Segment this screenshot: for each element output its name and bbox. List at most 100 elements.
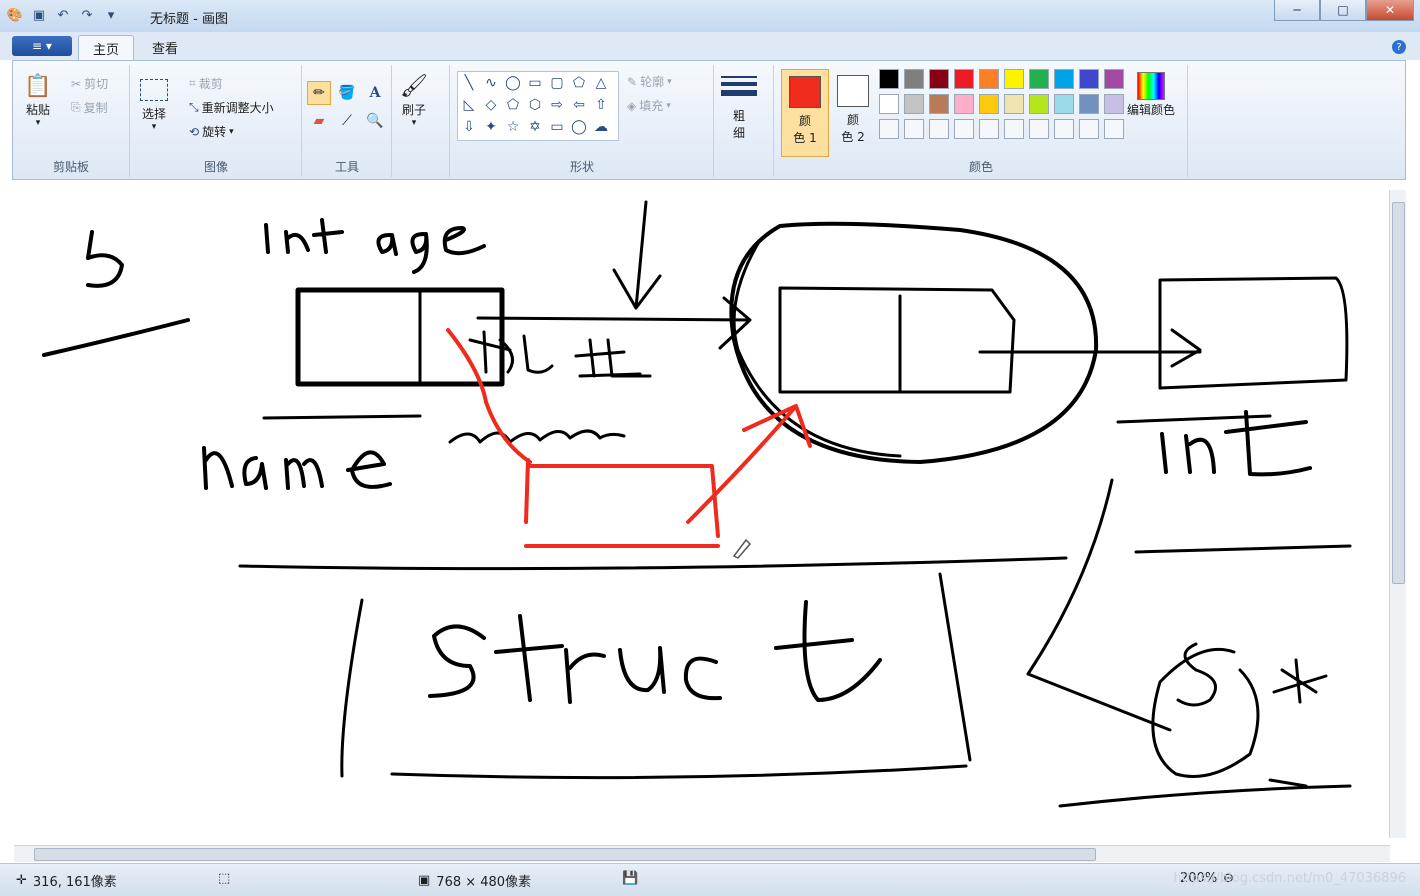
size-button[interactable]: 粗 细: [721, 71, 757, 141]
palette-empty-slot[interactable]: [879, 119, 899, 139]
pencil-icon[interactable]: ✏: [307, 81, 331, 105]
palette-empty-slot[interactable]: [979, 119, 999, 139]
rotate-button[interactable]: ⟲ 旋转 ▾: [189, 123, 234, 140]
tab-view[interactable]: 查看: [138, 35, 192, 60]
palette-empty-slot[interactable]: [1104, 119, 1124, 139]
color-picker-icon[interactable]: ⟋: [335, 109, 359, 133]
palette-empty-slot[interactable]: [954, 119, 974, 139]
palette-empty-slot[interactable]: [1029, 119, 1049, 139]
palette-swatch[interactable]: [954, 69, 974, 89]
watermark-text: https://blog.csdn.net/m0_47036896: [1173, 871, 1406, 886]
horizontal-scroll-thumb[interactable]: [34, 848, 1096, 861]
right-arrow-shape-icon[interactable]: ⇨: [546, 94, 568, 116]
drawing-canvas[interactable]: [0, 180, 1400, 848]
color-1-button[interactable]: 颜 色 1: [781, 69, 829, 157]
diamond-shape-icon[interactable]: ◇: [480, 94, 502, 116]
palette-empty-slot[interactable]: [1079, 119, 1099, 139]
palette-swatch[interactable]: [1054, 94, 1074, 114]
palette-swatch[interactable]: [1029, 69, 1049, 89]
fill-button[interactable]: ◈ 填充 ▾: [627, 97, 671, 114]
rounded-rectangle-shape-icon[interactable]: ▢: [546, 72, 568, 94]
undo-icon[interactable]: ↶: [54, 6, 72, 24]
right-triangle-shape-icon[interactable]: ◺: [458, 94, 480, 116]
palette-swatch[interactable]: [904, 94, 924, 114]
palette-empty-slot[interactable]: [1004, 119, 1024, 139]
curve-shape-icon[interactable]: ∿: [480, 72, 502, 94]
line-shape-icon[interactable]: ╲: [458, 72, 480, 94]
minimize-button[interactable]: ─: [1274, 0, 1320, 21]
cut-button[interactable]: ✂ 剪切: [71, 75, 108, 92]
palette-swatch[interactable]: [929, 94, 949, 114]
polygon-shape-icon[interactable]: ⬠: [568, 72, 590, 94]
oval-shape-icon[interactable]: ◯: [502, 72, 524, 94]
down-arrow-shape-icon[interactable]: ⇩: [458, 116, 480, 138]
palette-swatch[interactable]: [904, 69, 924, 89]
copy-icon: ⎘: [71, 100, 81, 114]
up-arrow-shape-icon[interactable]: ⇧: [590, 94, 612, 116]
vertical-scrollbar[interactable]: [1389, 190, 1406, 838]
callout-cloud-shape-icon[interactable]: ☁: [590, 116, 612, 138]
palette-swatch[interactable]: [929, 69, 949, 89]
colors-group: 颜 色 1 颜 色 2 编辑颜色 颜色: [775, 65, 1188, 177]
pentagon-shape-icon[interactable]: ⬠: [502, 94, 524, 116]
color-2-button[interactable]: 颜 色 2: [833, 69, 873, 155]
horizontal-scrollbar[interactable]: [14, 845, 1390, 862]
edit-colors-button[interactable]: 编辑颜色: [1127, 71, 1175, 118]
save-icon[interactable]: ▣: [30, 6, 48, 24]
outline-button[interactable]: ✎ 轮廓 ▾: [627, 73, 672, 90]
canvas-size-icon: ▣: [418, 873, 431, 888]
palette-swatch[interactable]: [1104, 69, 1124, 89]
palette-empty-slot[interactable]: [904, 119, 924, 139]
wave-stroke: [448, 429, 626, 444]
customize-dropdown-icon[interactable]: ▾: [102, 6, 120, 24]
shapes-gallery[interactable]: ╲ ∿ ◯ ▭ ▢ ⬠ △ ◺ ◇ ⬠ ⬡ ⇨ ⇦ ⇧ ⇩ ✦ ☆ ✡ ▭ ◯ …: [457, 71, 619, 141]
callout-oval-shape-icon[interactable]: ◯: [568, 116, 590, 138]
text-tool-icon[interactable]: A: [363, 81, 387, 105]
palette-swatch[interactable]: [1029, 94, 1049, 114]
brush-icon: 🖌: [400, 73, 428, 99]
fill-bucket-icon[interactable]: 🪣: [335, 81, 359, 105]
crop-button[interactable]: ⌗ 裁剪: [189, 75, 223, 92]
paint-app-icon[interactable]: 🎨: [6, 6, 24, 24]
palette-swatch[interactable]: [879, 69, 899, 89]
brushes-button[interactable]: 🖌 刷子 ▾: [399, 71, 429, 129]
handwritten-s-star: [1151, 642, 1328, 778]
divider-line: [238, 556, 1068, 571]
palette-swatch[interactable]: [1004, 69, 1024, 89]
tab-home[interactable]: 主页: [78, 35, 135, 61]
colors-group-label: 颜色: [968, 160, 993, 174]
palette-swatch[interactable]: [979, 94, 999, 114]
palette-swatch[interactable]: [1079, 94, 1099, 114]
down-arrow-stroke: [612, 200, 662, 310]
rectangle-shape-icon[interactable]: ▭: [524, 72, 546, 94]
help-icon[interactable]: ?: [1392, 40, 1406, 54]
left-arrow-shape-icon[interactable]: ⇦: [568, 94, 590, 116]
triangle-shape-icon[interactable]: △: [590, 72, 612, 94]
redo-icon[interactable]: ↷: [78, 6, 96, 24]
callout-rect-shape-icon[interactable]: ▭: [546, 116, 568, 138]
select-button[interactable]: 选择 ▾: [139, 75, 169, 132]
close-button[interactable]: ✕: [1366, 0, 1414, 21]
palette-swatch[interactable]: [879, 94, 899, 114]
eraser-icon[interactable]: ▰: [307, 109, 331, 133]
palette-swatch[interactable]: [1104, 94, 1124, 114]
copy-button[interactable]: ⎘ 复制: [71, 99, 108, 116]
palette-swatch[interactable]: [954, 94, 974, 114]
resize-button[interactable]: ⤡ 重新调整大小: [189, 99, 274, 116]
palette-empty-slot[interactable]: [1054, 119, 1074, 139]
maximize-button[interactable]: □: [1320, 0, 1366, 21]
five-point-star-shape-icon[interactable]: ☆: [502, 116, 524, 138]
palette-swatch[interactable]: [1054, 69, 1074, 89]
palette-empty-slot[interactable]: [929, 119, 949, 139]
ribbon-tab-bar: ≡ ▾ 主页 查看 ?: [0, 32, 1420, 61]
file-menu-button[interactable]: ≡ ▾: [12, 36, 72, 56]
vertical-scroll-thumb[interactable]: [1392, 202, 1405, 584]
palette-swatch[interactable]: [979, 69, 999, 89]
palette-swatch[interactable]: [1004, 94, 1024, 114]
magnifier-icon[interactable]: 🔍: [363, 109, 387, 133]
six-point-star-shape-icon[interactable]: ✡: [524, 116, 546, 138]
paste-button[interactable]: 📋 粘贴 ▾: [23, 71, 53, 129]
palette-swatch[interactable]: [1079, 69, 1099, 89]
hexagon-shape-icon[interactable]: ⬡: [524, 94, 546, 116]
four-point-star-shape-icon[interactable]: ✦: [480, 116, 502, 138]
